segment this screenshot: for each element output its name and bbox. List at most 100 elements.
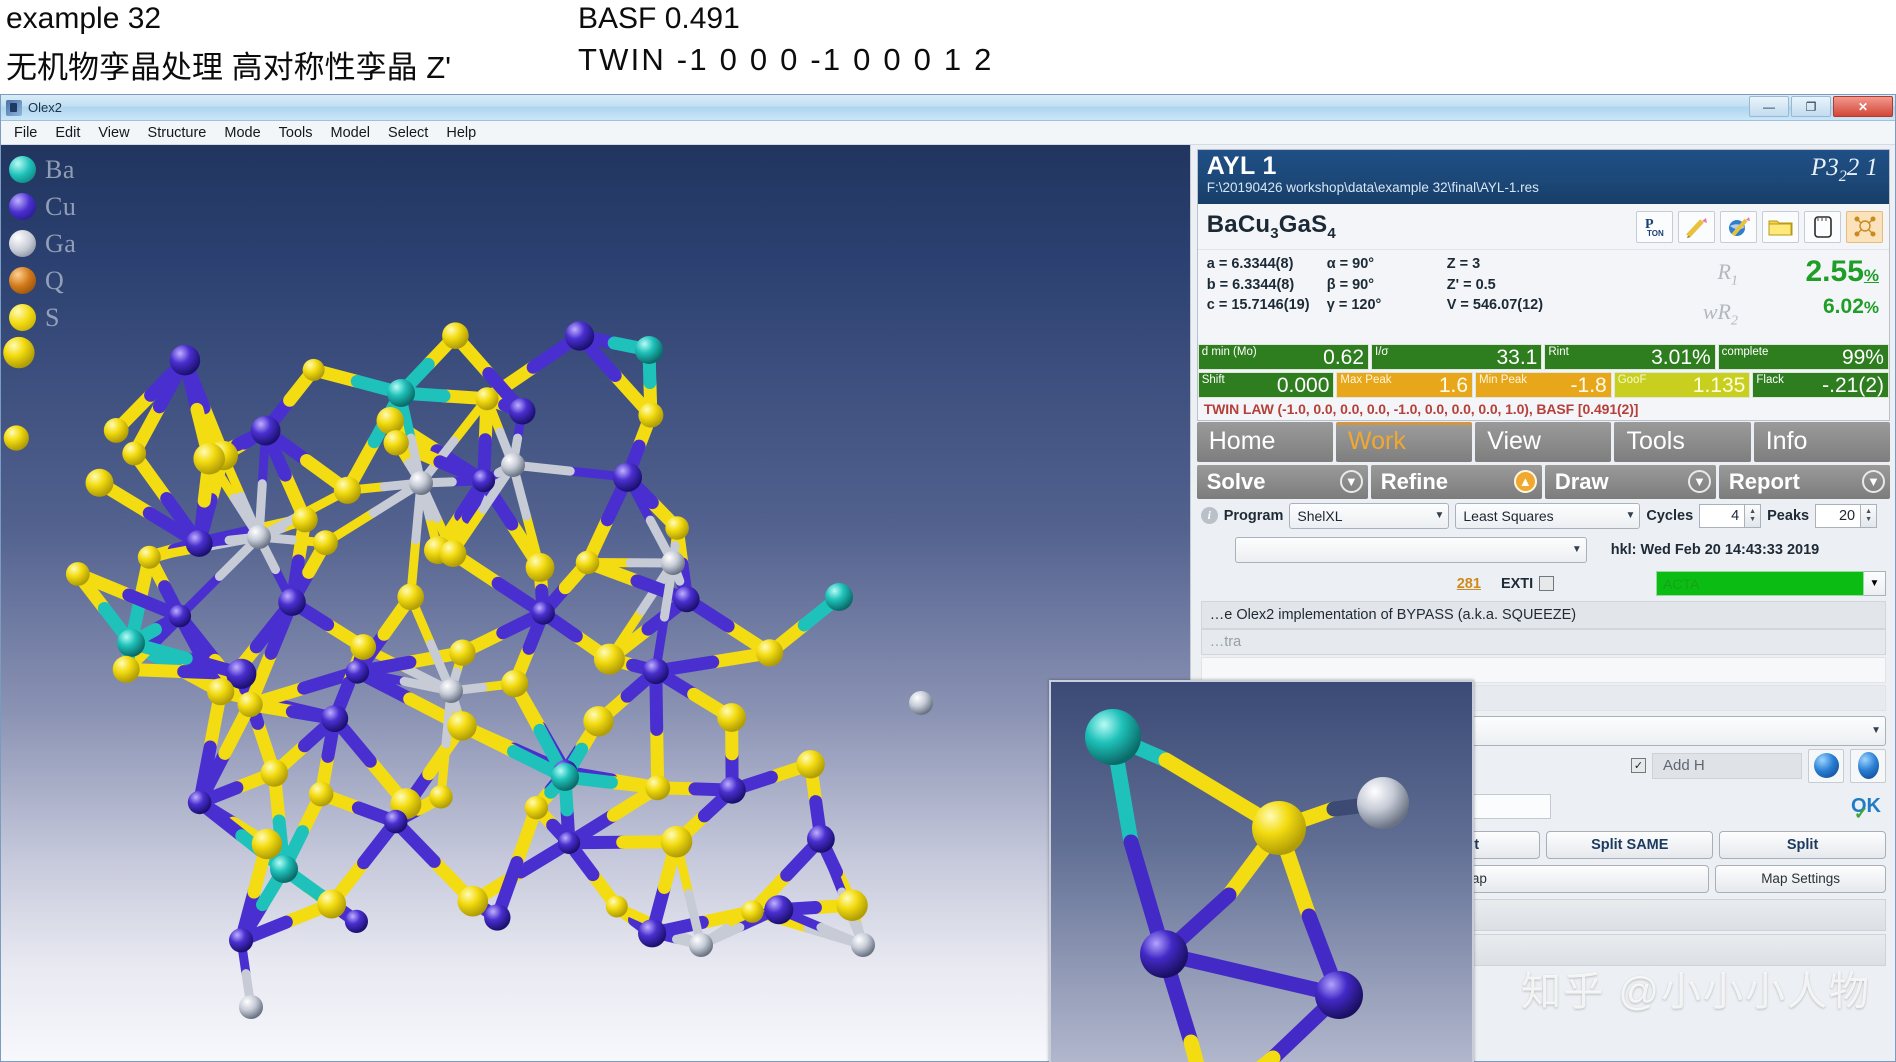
tab-tools[interactable]: Tools: [1614, 421, 1751, 462]
minimize-button[interactable]: —: [1749, 96, 1789, 117]
acta-value[interactable]: ACTA: [1656, 571, 1864, 597]
folder-icon[interactable]: [1762, 210, 1799, 243]
legend-item-cu[interactable]: Cu: [7, 188, 76, 225]
split-same-button[interactable]: Split SAME: [1546, 830, 1714, 859]
legend-ball-s: [9, 304, 36, 331]
stat-complete: complete 99%: [1717, 343, 1889, 370]
program-row: i Program ShelXL ▼ Least Squares ▼ Cycles …: [1197, 499, 1890, 533]
title-bar: Olex2 — ❐ ✕: [1, 95, 1895, 121]
legend-item-ba[interactable]: Ba: [7, 151, 76, 188]
menu-mode[interactable]: Mode: [215, 123, 269, 143]
menu-model[interactable]: Model: [322, 123, 380, 143]
menu-structure[interactable]: Structure: [139, 123, 216, 143]
main-tabs: Home Work View Tools Info: [1196, 421, 1890, 462]
solvent-mask-link[interactable]: 281: [1457, 576, 1481, 592]
tab-info[interactable]: Info: [1753, 421, 1890, 462]
legend-ball-q: [9, 267, 36, 294]
cell-a: a = 6.3344(8): [1206, 256, 1294, 272]
action-row: Solve ▼ Refine ▲ Draw ▼ Report ▼: [1196, 464, 1890, 499]
cycles-spin-buttons[interactable]: ▲ ▼: [1745, 503, 1762, 528]
spacer-band-1: [1200, 656, 1886, 683]
legend-item-ga[interactable]: Ga: [7, 225, 76, 262]
residual-block: R1 wR2 2.55% 6.02%: [1668, 254, 1883, 337]
space-group-sub: 2: [1838, 168, 1847, 185]
stat-dmin: d min (Mo) 0.62: [1197, 343, 1370, 370]
menu-tools[interactable]: Tools: [270, 123, 322, 143]
menu-select[interactable]: Select: [379, 123, 437, 143]
pencil-icon[interactable]: [1678, 210, 1715, 243]
acta-combo[interactable]: ACTA ▼: [1656, 571, 1886, 597]
info-header: AYL 1 F:\20190426 workshop\data\example …: [1197, 150, 1889, 204]
draw-button[interactable]: Draw ▼: [1544, 464, 1716, 499]
solve-dropdown-icon[interactable]: ▼: [1339, 469, 1363, 493]
chevron-down-icon: ▼: [1625, 510, 1636, 522]
maximize-button[interactable]: ❐: [1791, 96, 1831, 117]
check-icon: ✓: [1854, 803, 1869, 823]
isotropic-icon: [1857, 752, 1879, 780]
menu-edit[interactable]: Edit: [46, 123, 89, 143]
molecule-icon[interactable]: [1846, 210, 1883, 243]
caption-line1-left: example 32: [6, 2, 162, 35]
r1-value-row: 2.55%: [1746, 256, 1879, 291]
cycles-label: Cycles: [1646, 507, 1694, 524]
stats-row-2: Shift 0.000 Max Peak 1.6 Min Peak -1.8 GooF…: [1197, 371, 1890, 398]
legend-item-s[interactable]: S: [7, 299, 76, 336]
anis-ball-button[interactable]: [1808, 748, 1844, 783]
stat-shift: Shift 0.000: [1197, 371, 1335, 398]
wr2-percent: %: [1863, 298, 1879, 317]
info-icon-row: P TON: [1636, 210, 1883, 243]
chemical-formula: BaCu3GaS4: [1207, 211, 1336, 242]
refine-dropdown-icon[interactable]: ▲: [1513, 469, 1537, 493]
program-combo[interactable]: ShelXL ▼: [1289, 502, 1450, 529]
refine-button[interactable]: Refine ▲: [1370, 464, 1542, 499]
close-button[interactable]: ✕: [1833, 96, 1893, 117]
exti-checkbox[interactable]: [1539, 576, 1555, 592]
legend-label-q: Q: [45, 265, 65, 295]
wr2-value-row: 6.02%: [1746, 291, 1879, 323]
report-dropdown-icon[interactable]: ▼: [1861, 469, 1885, 493]
svg-text:TON: TON: [1647, 229, 1664, 238]
window-title: Olex2: [28, 100, 62, 115]
peaks-value[interactable]: 20: [1815, 503, 1862, 528]
atom-legend: Ba Cu Ga Q S: [7, 151, 76, 336]
solve-button[interactable]: Solve ▼: [1196, 464, 1368, 499]
wr2-value: 6.02: [1823, 295, 1864, 318]
map-settings-button[interactable]: Map Settings: [1715, 864, 1886, 893]
pton-icon[interactable]: P TON: [1636, 210, 1673, 243]
tab-home[interactable]: Home: [1196, 421, 1333, 462]
window-controls[interactable]: — ❐ ✕: [1749, 96, 1893, 117]
tab-view[interactable]: View: [1475, 421, 1612, 462]
program-info-icon[interactable]: i: [1200, 507, 1218, 525]
cycles-value[interactable]: 4: [1699, 503, 1746, 528]
tab-work[interactable]: Work: [1335, 421, 1473, 462]
chevron-down-icon: ▼: [1871, 725, 1881, 737]
menu-help[interactable]: Help: [437, 123, 485, 143]
report-button[interactable]: Report ▼: [1718, 464, 1890, 499]
twin-law-text: TWIN LAW (-1.0, 0.0, 0.0, 0.0, -1.0, 0.0…: [1197, 397, 1889, 420]
method-combo[interactable]: Least Squares ▼: [1455, 502, 1641, 529]
draw-dropdown-icon[interactable]: ▼: [1687, 469, 1711, 493]
menu-file[interactable]: File: [5, 123, 46, 143]
legend-label-ba: Ba: [45, 154, 75, 184]
cell-volume: V = 546.07(12): [1446, 297, 1544, 313]
formula-sub2: 4: [1327, 224, 1336, 242]
globe-edit-icon[interactable]: [1720, 210, 1757, 243]
peaks-spin-buttons[interactable]: ▲ ▼: [1861, 503, 1878, 528]
peaks-stepper[interactable]: 20 ▲ ▼: [1815, 503, 1878, 528]
cycles-stepper[interactable]: 4 ▲ ▼: [1699, 503, 1762, 528]
structure-viewport[interactable]: Ba Cu Ga Q S: [1, 145, 1190, 1061]
iso-ball-button[interactable]: [1850, 748, 1886, 783]
secondary-combo[interactable]: ▼: [1234, 536, 1587, 563]
ok-button[interactable]: OK ✓: [1846, 789, 1886, 825]
structure-info-card: AYL 1 F:\20190426 workshop\data\example …: [1196, 149, 1890, 421]
add-h-checkbox[interactable]: ✓: [1631, 758, 1646, 774]
legend-item-q[interactable]: Q: [7, 262, 76, 299]
menu-view[interactable]: View: [89, 123, 138, 143]
stat-rint: Rint 3.01%: [1544, 343, 1716, 370]
split-button[interactable]: Split: [1719, 830, 1886, 859]
menu-bar: File Edit View Structure Mode Tools Mode…: [1, 121, 1895, 145]
notepad-icon[interactable]: [1804, 210, 1841, 243]
acta-chevron-down-icon[interactable]: ▼: [1864, 571, 1886, 597]
fragment-popup-window[interactable]: [1049, 680, 1474, 1062]
cell-alpha: α = 90°: [1326, 256, 1375, 272]
